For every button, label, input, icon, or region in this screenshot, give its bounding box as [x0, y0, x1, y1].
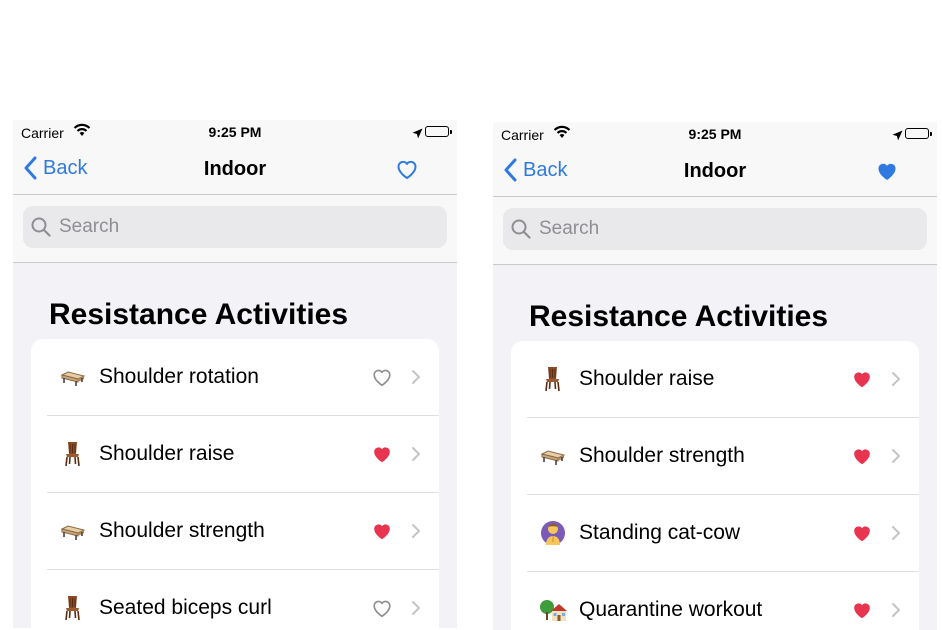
navigation-bar: Back Indoor — [13, 144, 457, 195]
section-title: Resistance Activities — [529, 300, 829, 333]
search-bar — [503, 208, 927, 250]
chevron-right-icon — [411, 446, 421, 462]
heart-filled-icon[interactable] — [851, 368, 873, 390]
status-bar: Carrier 9:25 PM — [13, 120, 457, 144]
activity-list: Shoulder rotation Shoulder raise Shoulde… — [31, 339, 439, 628]
location-arrow-icon — [412, 126, 423, 142]
battery-icon — [905, 128, 932, 139]
top-bar: Carrier 9:25 PM Back Indoor — [13, 120, 457, 263]
heart-filled-icon — [878, 163, 896, 180]
search-icon — [511, 219, 531, 239]
chevron-right-icon — [891, 371, 901, 387]
row-label: Quarantine workout — [579, 598, 763, 621]
person-yoga-icon — [539, 519, 567, 547]
chevron-right-icon — [411, 523, 421, 539]
left-screen: Carrier 9:25 PM Back Indoor Search Resis… — [13, 120, 457, 628]
status-bar: Carrier 9:25 PM — [493, 122, 937, 146]
heart-filled-icon[interactable] — [371, 520, 393, 542]
row-label: Shoulder strength — [579, 444, 745, 467]
list-item[interactable]: Shoulder strength — [47, 493, 439, 570]
heart-outline-icon — [397, 160, 417, 180]
house-tree-icon — [539, 596, 567, 624]
list-item[interactable]: Shoulder strength — [527, 418, 919, 495]
chair-icon — [59, 440, 87, 468]
list-item[interactable]: Shoulder raise — [47, 416, 439, 493]
chevron-right-icon — [891, 602, 901, 618]
section-title: Resistance Activities — [49, 298, 349, 331]
favorite-toggle-button[interactable] — [875, 159, 899, 183]
activity-list: Shoulder raise Shoulder strength Standin… — [511, 341, 919, 630]
list-item[interactable]: Seated biceps curl — [47, 570, 439, 628]
search-input[interactable] — [537, 217, 901, 241]
row-label: Standing cat-cow — [579, 521, 741, 544]
row-label: Shoulder raise — [99, 442, 235, 465]
heart-filled-icon[interactable] — [371, 443, 393, 465]
list-item[interactable]: Standing cat-cow — [527, 495, 919, 572]
heart-filled-icon[interactable] — [851, 599, 873, 621]
heart-filled-icon[interactable] — [851, 445, 873, 467]
chair-icon — [59, 594, 87, 622]
list-item[interactable]: Shoulder raise — [527, 341, 919, 418]
row-label: Shoulder raise — [579, 367, 715, 390]
page-title: Indoor — [683, 160, 747, 182]
chevron-right-icon — [411, 600, 421, 616]
row-label: Shoulder rotation — [99, 365, 259, 388]
location-arrow-icon — [892, 128, 903, 144]
clock: 9:25 PM — [208, 124, 262, 140]
chevron-right-icon — [891, 525, 901, 541]
chair-icon — [539, 365, 567, 393]
favorite-toggle-button[interactable] — [395, 157, 419, 181]
search-input[interactable] — [57, 215, 421, 239]
list-item[interactable]: Quarantine workout — [527, 572, 919, 630]
battery-icon — [425, 126, 452, 137]
heart-filled-icon[interactable] — [851, 522, 873, 544]
page-title: Indoor — [203, 158, 267, 180]
bench-icon — [539, 442, 567, 470]
search-bar — [23, 206, 447, 248]
row-label: Seated biceps curl — [99, 596, 272, 619]
heart-outline-icon[interactable] — [371, 366, 393, 388]
chevron-right-icon — [891, 448, 901, 464]
list-item[interactable]: Shoulder rotation — [47, 339, 439, 416]
right-screen: Carrier 9:25 PM Back Indoor Search Resis… — [493, 122, 937, 630]
chevron-right-icon — [411, 369, 421, 385]
top-bar: Carrier 9:25 PM Back Indoor — [493, 122, 937, 265]
clock: 9:25 PM — [688, 126, 742, 142]
heart-outline-icon[interactable] — [371, 597, 393, 619]
search-icon — [31, 217, 51, 237]
bench-icon — [59, 517, 87, 545]
row-label: Shoulder strength — [99, 519, 265, 542]
bench-icon — [59, 363, 87, 391]
navigation-bar: Back Indoor — [493, 146, 937, 197]
